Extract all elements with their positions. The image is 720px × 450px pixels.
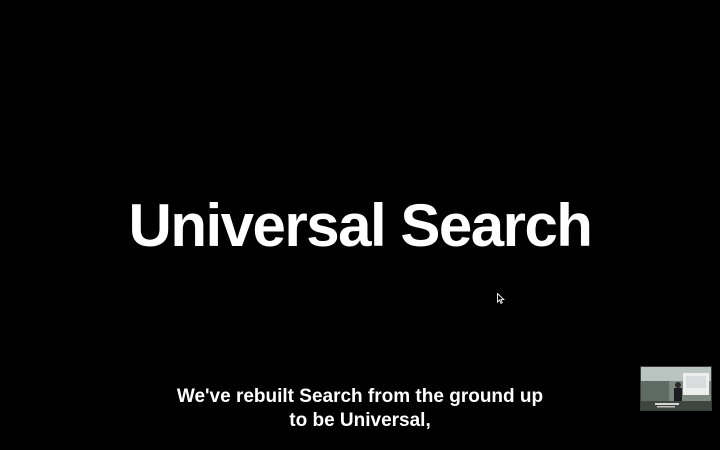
- slide-title: Universal Search: [128, 192, 593, 259]
- picture-in-picture-thumbnail[interactable]: [640, 366, 712, 411]
- subtitle-caption: We've rebuilt Search from the ground up …: [0, 385, 720, 433]
- mouse-pointer-icon: [497, 293, 505, 304]
- video-thumbnail-icon: [641, 367, 711, 410]
- video-player[interactable]: Universal Search We've rebuilt Search fr…: [0, 0, 720, 450]
- subtitle-line-2: to be Universal,: [289, 410, 431, 431]
- subtitle-line-1: We've rebuilt Search from the ground up: [176, 386, 544, 407]
